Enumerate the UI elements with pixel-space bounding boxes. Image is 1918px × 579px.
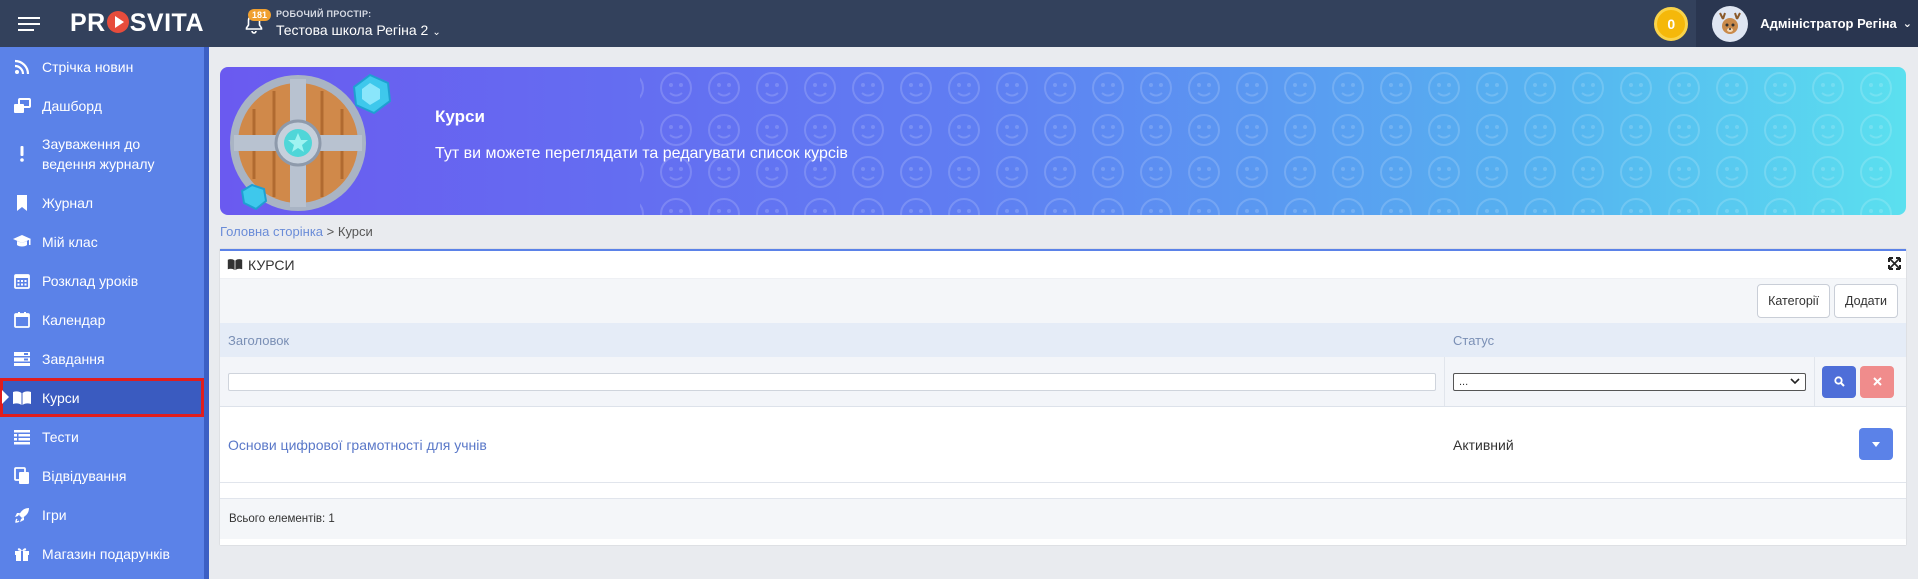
filter-row: ... [220, 357, 1906, 407]
table-row: Основи цифрової грамотності для учнів Ак… [220, 407, 1906, 483]
user-name: Адміністратор Регіна [1760, 16, 1897, 31]
avatar-deer-icon [1719, 12, 1742, 34]
user-menu[interactable]: Адміністратор Регіна ⌄ [1696, 0, 1918, 47]
book-open-icon [227, 258, 243, 271]
logo[interactable]: PR SVITA [70, 9, 220, 38]
main-content: Курси Тут ви можете переглядати та редаг… [209, 47, 1918, 579]
banner-title: Курси [435, 107, 485, 126]
workspace-selector[interactable]: РОБОЧИЙ ПРОСТІР: Тестова школа Регіна 2 ⌄ [276, 9, 441, 38]
calendar-icon [12, 310, 32, 330]
sidebar-item-schedule[interactable]: Розклад уроків [0, 261, 204, 300]
sidebar-item-news-feed[interactable]: Стрічка новин [0, 47, 204, 86]
top-bar: PR SVITA 181 РОБОЧИЙ ПРОСТІР: Тестова шко… [0, 0, 1918, 47]
breadcrumb-separator: > [323, 224, 338, 239]
table-spacer [220, 483, 1906, 499]
panel-toolbar: Категорії Додати [220, 279, 1906, 323]
clear-filter-button[interactable] [1860, 365, 1894, 398]
title-filter-input[interactable] [228, 372, 1436, 391]
status-filter-select[interactable]: ... [1453, 372, 1806, 391]
chevron-down-icon: ⌄ [432, 27, 441, 38]
sidebar-item-calendar[interactable]: Календар [0, 300, 204, 339]
row-actions-dropdown[interactable] [1859, 428, 1893, 460]
sidebar-item-gift-shop[interactable]: Магазин подарунків [0, 534, 204, 573]
gift-icon [12, 544, 32, 564]
sidebar-item-tests[interactable]: Тести [0, 417, 204, 456]
sidebar-item-journal[interactable]: Журнал [0, 183, 204, 222]
sidebar: Стрічка новин Дашборд Зауваження до веде… [0, 47, 204, 579]
close-icon [1872, 377, 1882, 386]
table-header: Заголовок Статус [220, 323, 1906, 357]
banner-subtitle: Тут ви можете переглядати та редагувати … [435, 145, 848, 162]
coins-badge[interactable]: 0 [1654, 6, 1689, 41]
table-footer: Всього елементів: 1 [220, 499, 1906, 539]
calendar-grid-icon [12, 271, 32, 291]
course-title-link[interactable]: Основи цифрової грамотності для учнів [220, 437, 1445, 453]
graduation-cap-icon [12, 232, 32, 252]
sidebar-item-attendance[interactable]: Відвідування [0, 456, 204, 495]
exclamation-icon [12, 144, 32, 164]
add-course-button[interactable]: Додати [1834, 284, 1898, 318]
dashboard-icon [12, 96, 32, 116]
notifications-badge: 181 [248, 9, 272, 21]
tasks-icon [12, 349, 32, 369]
sidebar-item-courses[interactable]: Курси [0, 378, 204, 417]
workspace-name: Тестова школа Регіна 2 [276, 22, 429, 38]
faces-pattern [640, 67, 1906, 215]
sidebar-item-journal-remarks[interactable]: Зауваження до ведення журналу [0, 125, 204, 183]
sidebar-item-tasks[interactable]: Завдання [0, 339, 204, 378]
categories-button[interactable]: Категорії [1757, 284, 1831, 318]
breadcrumb-home-link[interactable]: Головна сторінка [220, 224, 323, 239]
search-button[interactable] [1822, 365, 1856, 398]
rocket-icon [12, 505, 32, 525]
menu-toggle-button[interactable] [0, 0, 58, 47]
shield-gem-icon [230, 73, 392, 211]
page-banner: Курси Тут ви можете переглядати та редаг… [220, 67, 1906, 215]
column-header-title[interactable]: Заголовок [220, 333, 1445, 348]
expand-icon[interactable] [1888, 257, 1901, 273]
courses-panel: КУРСИ Категорії Додати Заголовок Статус … [220, 249, 1906, 545]
logo-play-icon [106, 11, 129, 33]
book-open-icon [12, 388, 32, 408]
bookmark-icon [12, 193, 32, 213]
sidebar-item-games[interactable]: Ігри [0, 495, 204, 534]
caret-down-icon [1872, 441, 1880, 447]
chevron-down-icon: ⌄ [1902, 18, 1912, 30]
chevron-down-icon [1790, 378, 1800, 385]
column-header-status[interactable]: Статус [1445, 333, 1494, 348]
panel-title: КУРСИ [248, 256, 295, 273]
sidebar-item-my-class[interactable]: Мій клас [0, 222, 204, 261]
sidebar-item-dashboard[interactable]: Дашборд [0, 86, 204, 125]
copy-icon [12, 466, 32, 486]
search-icon [1833, 376, 1845, 387]
breadcrumb-current: Курси [337, 224, 373, 239]
notifications-button[interactable]: 181 [234, 0, 274, 47]
rss-icon [12, 57, 32, 77]
avatar [1712, 5, 1749, 42]
breadcrumb: Головна сторінка > Курси [220, 224, 373, 239]
hamburger-icon [18, 16, 40, 31]
list-icon [12, 427, 32, 447]
workspace-label: РОБОЧИЙ ПРОСТІР: [276, 9, 372, 19]
course-status: Активний [1453, 436, 1514, 453]
